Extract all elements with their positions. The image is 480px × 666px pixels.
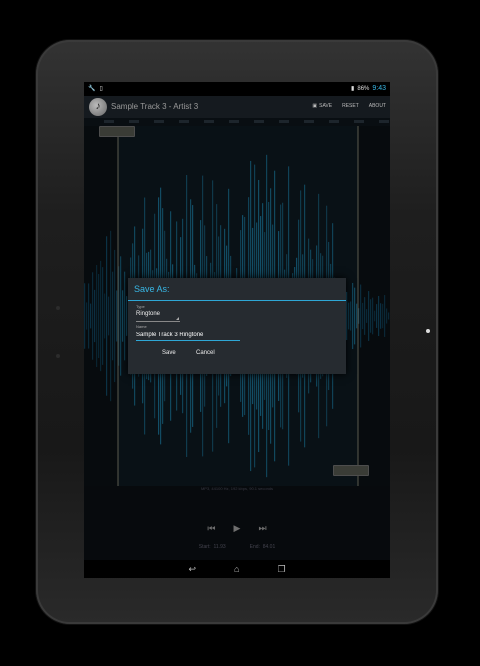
wrench-icon: 🔧	[88, 86, 96, 92]
save-as-dialog: Save As: Type Ringtone Name Save Cancel	[128, 278, 346, 374]
save-button[interactable]: Save	[158, 348, 180, 358]
reset-action[interactable]: RESET	[342, 103, 359, 109]
save-action[interactable]: ▣ SAVE	[312, 103, 332, 109]
dropdown-caret-icon	[176, 317, 179, 320]
name-label: Name	[136, 324, 147, 329]
action-bar: ♪ Sample Track 3 - Artist 3 ▣ SAVE RESET …	[84, 96, 390, 119]
about-action[interactable]: ABOUT	[369, 103, 386, 109]
clock: 9:43	[372, 85, 386, 92]
back-icon[interactable]: ↩	[188, 564, 196, 575]
name-field[interactable]	[136, 330, 240, 341]
dialog-divider	[128, 300, 346, 301]
type-spinner[interactable]: Ringtone	[136, 311, 180, 322]
recents-icon[interactable]: ❐	[277, 564, 285, 575]
track-title: Sample Track 3 - Artist 3	[111, 102, 199, 111]
app-music-icon[interactable]: ♪	[89, 98, 107, 116]
home-icon[interactable]: ⌂	[234, 564, 239, 574]
bezel-sensor	[56, 306, 60, 310]
cancel-button[interactable]: Cancel	[192, 348, 219, 358]
save-icon: ▣	[312, 103, 318, 109]
battery-level: 86%	[357, 85, 370, 92]
type-value: Ringtone	[136, 311, 161, 317]
screen: 🔧 ▯ ▮ 86% 9:43 ♪ Sample Track 3 - Artist…	[84, 82, 390, 578]
camera-dot	[426, 329, 430, 333]
phone-icon: ▯	[99, 86, 103, 92]
bezel-sensor	[56, 354, 60, 358]
battery-icon: ▮	[351, 86, 355, 92]
dialog-title: Save As:	[134, 284, 170, 294]
type-label: Type	[136, 304, 145, 309]
navigation-bar: ↩ ⌂ ❐	[84, 560, 390, 578]
status-bar: 🔧 ▯ ▮ 86% 9:43	[84, 82, 390, 96]
